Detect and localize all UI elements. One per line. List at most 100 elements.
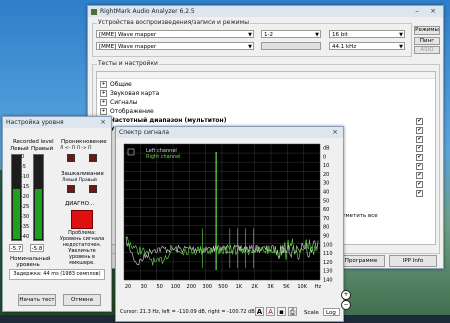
record-device-select[interactable]: [MME] Wave mapper ▼ [96,42,254,50]
tree-item[interactable]: + Общие [97,80,435,89]
start-test-button[interactable]: Начать тест [18,294,56,306]
nominal-level-label: Номинальный уровень [10,256,51,268]
left-level-value: -5.7 [9,244,23,252]
expand-icon[interactable]: + [100,108,107,115]
y-tick-label: 100 [323,242,333,248]
x-tick-label: 50 [156,284,162,290]
y-tick-label: 10 [323,163,329,169]
bits-select[interactable]: 16 bit ▼ [329,30,405,38]
font-a-icon[interactable]: A [255,307,264,316]
leak-label: Проникновение [61,139,107,145]
diagnostic-indicator [71,210,93,229]
problem-text: Проблема: Уровень сигнала недостаточен. … [59,230,105,266]
scale-tick: -40 [21,234,30,240]
main-titlebar: RightMark Audio Analyzer 6.2.5 – × [88,6,443,17]
x-tick-label: 1K [236,284,243,290]
x-tick-label: 200 [187,284,197,290]
spectrum-title: Спектр сигнала [119,129,170,136]
test-checkbox[interactable]: ✔ [416,136,423,143]
scale-tick: -30 [21,214,30,220]
tree-item[interactable]: + Отображение [97,107,435,116]
save-icon[interactable]: ▪ [277,307,286,316]
scale-tick: -35 [21,224,30,230]
close-icon[interactable]: × [97,117,109,127]
devices-group-title: Устройства воспроизведения/записи и режи… [97,19,250,26]
close-icon[interactable]: × [329,127,341,137]
tree-item[interactable]: + Звуковая карта [97,89,435,98]
levels-window: Настройка уровня × Recorded level Левый … [2,116,112,312]
tree-item-label: Частотный диапазон (мультитон) [110,117,227,124]
tree-item-label: Звуковая карта [110,90,160,97]
y-tick-label: 130 [323,269,333,275]
y-tick-label: 0 [323,154,326,160]
asio-button[interactable]: ASIO [414,46,440,54]
main-title: RightMark Audio Analyzer 6.2.5 [100,8,195,15]
tree-item[interactable]: + Сигналы [97,98,435,107]
scale-tick: -5 [21,164,26,170]
right-level-meter [33,154,44,241]
cancel-button[interactable]: Отмена [63,294,101,306]
progress-field [261,42,321,50]
clip-directions: Левый Правый [62,178,97,183]
recorded-level-label: Recorded level [13,139,54,145]
ping-button[interactable]: Пинг [414,37,440,45]
y-tick-label: 90 [323,234,329,240]
test-checkbox[interactable]: ✔ [416,127,423,134]
ipp-info-button[interactable]: IPP Info [389,255,437,267]
zoom-in-icon[interactable]: + [341,290,351,300]
scale-tick: -25 [21,204,30,210]
app-icon [91,8,97,15]
test-checkbox[interactable]: ✔ [416,118,423,125]
scale-tick: 0 [21,154,25,160]
clip-label: Зашкаливание [61,171,104,177]
expand-icon[interactable]: + [100,81,107,88]
tests-group-title: Тесты и настройки [97,60,159,67]
about-button[interactable]: Программе [337,255,385,267]
tree-item-label: Отображение [110,108,154,115]
x-tick-label: 20 [125,284,131,290]
print-icon[interactable]: ⎙ [288,307,297,316]
left-label: Левый [10,146,29,152]
scale-select[interactable]: Log [323,308,340,316]
y-tick-label: 120 [323,260,333,266]
font-icon[interactable]: A [266,307,275,316]
test-checkbox[interactable]: ✔ [416,181,423,188]
levels-titlebar: Настройка уровня × [3,117,111,128]
y-tick-label: 140 [323,278,333,284]
diagnostic-label: ДИАГНО... [65,201,95,207]
scale-tick: -10 [21,174,30,180]
devices-group: Устройства воспроизведения/записи и режи… [92,19,412,57]
zoom-out-icon[interactable]: − [341,300,351,310]
x-tick-label: Hz [315,284,322,290]
legend-right: Right channel [146,154,181,160]
y-tick-label: 50 [323,198,329,204]
channels-select[interactable]: 1-2 ▼ [261,30,321,38]
expand-icon[interactable]: + [100,90,107,97]
spectrum-window: Спектр сигнала × dB 0 10 20 30 40 50 60 70 80 90 10… [115,126,344,322]
leak-directions: Л <- П Л -> П [60,146,92,151]
scale-label: Scale [304,310,319,316]
test-checkbox[interactable]: ✔ [416,145,423,152]
scale-tick: -15 [21,184,30,190]
close-icon[interactable]: × [427,6,439,16]
y-tick-label: dB [323,146,330,152]
playback-device-select[interactable]: [MME] Wave mapper ▼ [96,30,254,38]
x-tick-label: 500 [218,284,228,290]
test-checkbox[interactable]: ✔ [416,172,423,179]
minimize-icon[interactable]: – [411,6,423,16]
x-tick-label: 5K [283,284,290,290]
tree-item[interactable]: +Частотный диапазон (мультитон)✔ [97,116,435,125]
spectrum-plot[interactable]: dB 0 10 20 30 40 50 60 70 80 90 100 110 120 130 140 20 30… [120,140,340,298]
test-checkbox[interactable]: ✔ [416,190,423,197]
test-checkbox[interactable]: ✔ [416,163,423,170]
modes-button[interactable]: Режимы [414,26,440,35]
x-tick-label: 10K [297,284,307,290]
y-tick-label: 60 [323,207,329,213]
cursor-readout: Cursor: 21.3 Hz, left = -110.09 dB, righ… [120,309,255,315]
expand-icon[interactable]: + [100,99,107,106]
test-checkbox[interactable]: ✔ [416,154,423,161]
x-tick-label: 30 [141,284,147,290]
rate-select[interactable]: 44.1 kHz ▼ [329,42,405,50]
y-tick-label: 80 [323,225,329,231]
y-tick-label: 20 [323,172,329,178]
